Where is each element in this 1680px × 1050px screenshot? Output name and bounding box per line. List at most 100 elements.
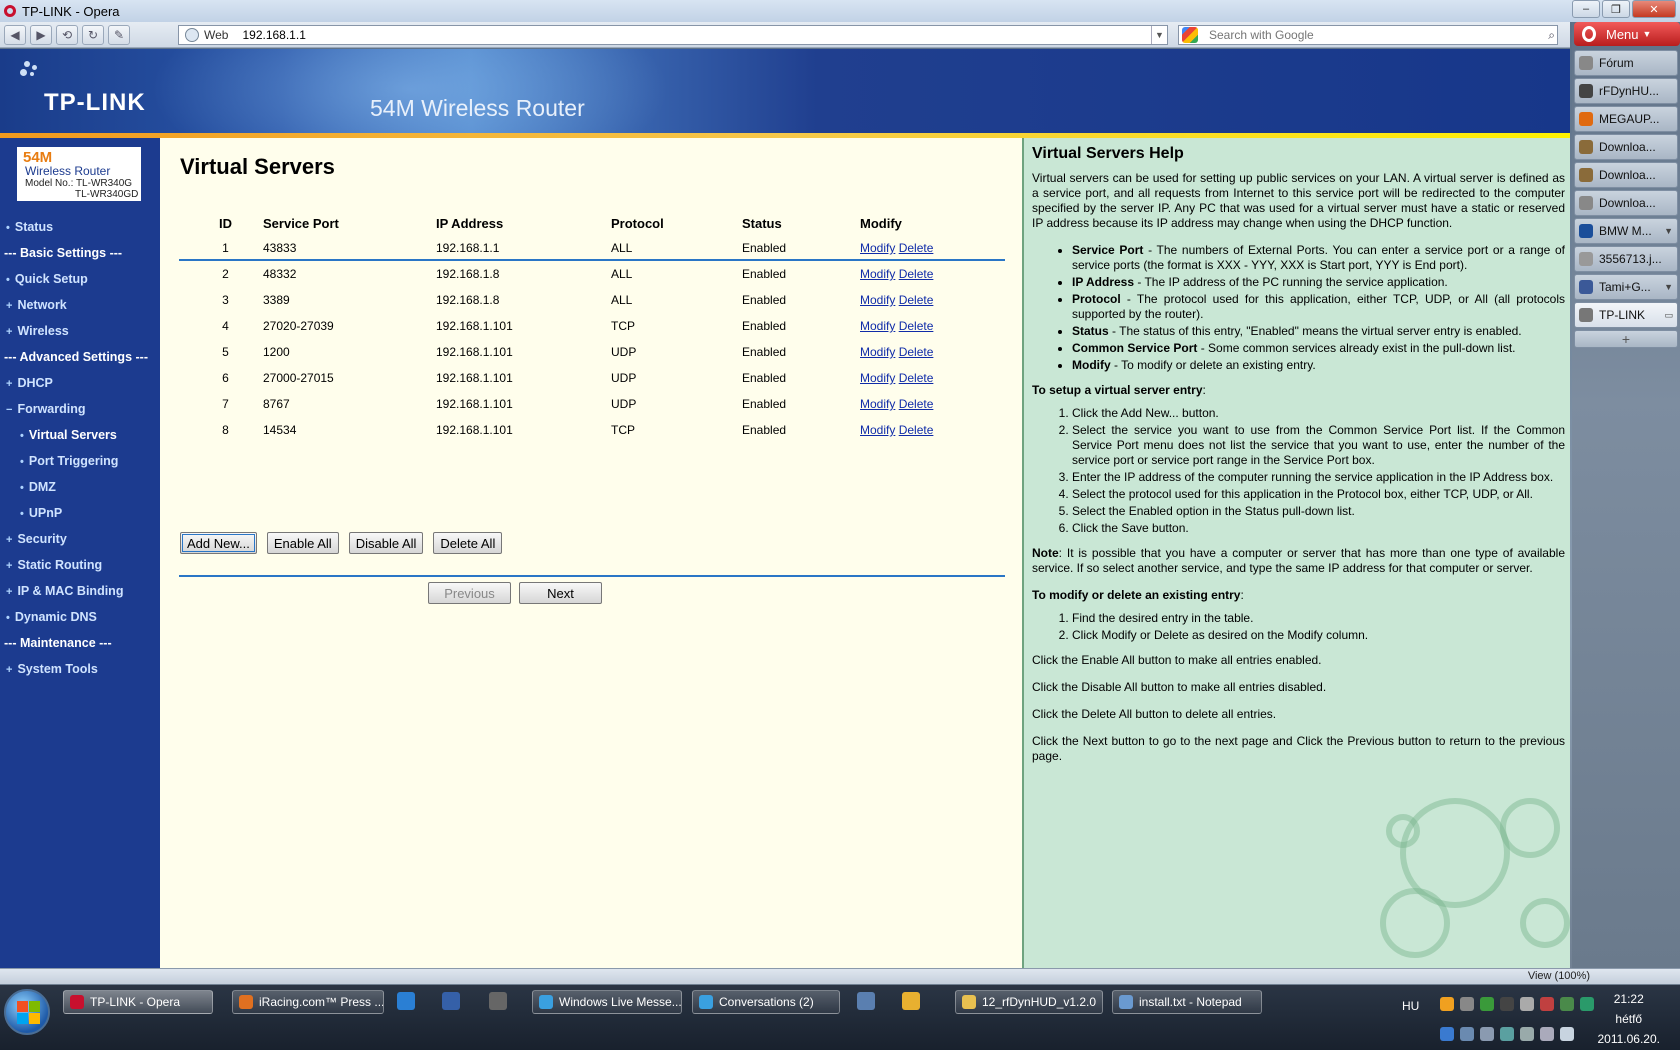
modify-link[interactable]: Modify bbox=[860, 397, 895, 411]
save-disk-icon[interactable] bbox=[442, 992, 460, 1010]
delete-all-button[interactable]: Delete All bbox=[433, 532, 503, 554]
next-button[interactable]: Next bbox=[519, 582, 602, 604]
modify-link[interactable]: Modify bbox=[860, 345, 895, 359]
address-bar[interactable]: Web 192.168.1.1 ▼ bbox=[178, 25, 1168, 45]
notepad-icon[interactable] bbox=[857, 992, 875, 1010]
opera-tab[interactable]: Downloa... bbox=[1574, 162, 1678, 188]
plus-icon: • bbox=[6, 612, 10, 624]
sidebar-item-ip-mac-binding[interactable]: + IP & MAC Binding bbox=[6, 584, 123, 598]
delete-link[interactable]: Delete bbox=[899, 267, 934, 281]
opera-tab[interactable]: Downloa... bbox=[1574, 190, 1678, 216]
sidebar-item-dynamic-dns[interactable]: • Dynamic DNS bbox=[6, 610, 97, 624]
close-button[interactable]: ✕ bbox=[1632, 0, 1676, 18]
search-box[interactable]: ⌕ bbox=[1178, 25, 1558, 45]
delete-link[interactable]: Delete bbox=[899, 345, 934, 359]
taskbar-item[interactable]: install.txt - Notepad bbox=[1112, 990, 1262, 1014]
opera-tab[interactable]: 3556713.j... bbox=[1574, 246, 1678, 272]
network-icon[interactable] bbox=[1460, 1027, 1474, 1041]
enable-all-button[interactable]: Enable All bbox=[266, 532, 339, 554]
tray-temp-icon[interactable] bbox=[1480, 997, 1494, 1011]
taskbar-item[interactable]: Conversations (2) bbox=[692, 990, 840, 1014]
flag-icon[interactable] bbox=[1560, 1027, 1574, 1041]
taskbar-item[interactable]: iRacing.com™ Press ... bbox=[232, 990, 384, 1014]
app-icon[interactable] bbox=[489, 992, 507, 1010]
sidebar-item-network[interactable]: + Network bbox=[6, 298, 67, 312]
sidebar-item-dhcp[interactable]: + DHCP bbox=[6, 376, 53, 390]
tray-app-icon[interactable] bbox=[1460, 997, 1474, 1011]
modify-link[interactable]: Modify bbox=[860, 241, 895, 255]
language-indicator[interactable]: HU bbox=[1402, 999, 1419, 1013]
tab-menu-icon[interactable]: ▭ bbox=[1664, 310, 1673, 321]
opera-tab[interactable]: BMW M... ▼ bbox=[1574, 218, 1678, 244]
start-button[interactable] bbox=[4, 989, 50, 1035]
previous-button[interactable]: Previous bbox=[428, 582, 511, 604]
sidebar-item-status[interactable]: • Status bbox=[6, 220, 53, 234]
sidebar-item-forwarding[interactable]: − Forwarding bbox=[6, 402, 86, 416]
delete-link[interactable]: Delete bbox=[899, 293, 934, 307]
tray-app-icon[interactable] bbox=[1540, 1027, 1554, 1041]
chevron-down-icon[interactable]: ▼ bbox=[1664, 226, 1673, 236]
tray-app-icon[interactable] bbox=[1580, 997, 1594, 1011]
sidebar-item-static-routing[interactable]: + Static Routing bbox=[6, 558, 102, 572]
sidebar-item-system-tools[interactable]: + System Tools bbox=[6, 662, 98, 676]
tray-app-icon[interactable] bbox=[1540, 997, 1554, 1011]
rewind-button[interactable]: ⟲ bbox=[56, 24, 78, 45]
tray-app-icon[interactable] bbox=[1520, 1027, 1534, 1041]
tray-app-icon[interactable] bbox=[1500, 1027, 1514, 1041]
modify-link[interactable]: Modify bbox=[860, 371, 895, 385]
back-button[interactable]: ◀ bbox=[4, 24, 26, 45]
delete-link[interactable]: Delete bbox=[899, 423, 934, 437]
opera-tab[interactable]: Tami+G... ▼ bbox=[1574, 274, 1678, 300]
sidebar-item-dmz[interactable]: • DMZ bbox=[20, 480, 56, 494]
tray-app-icon[interactable] bbox=[1520, 997, 1534, 1011]
sidebar-item-wireless[interactable]: + Wireless bbox=[6, 324, 69, 338]
sidebar-item-quick-setup[interactable]: • Quick Setup bbox=[6, 272, 88, 286]
delete-link[interactable]: Delete bbox=[899, 371, 934, 385]
chevron-down-icon[interactable]: ▼ bbox=[1664, 282, 1673, 292]
opera-tab[interactable]: TP-LINK ▭ bbox=[1574, 302, 1678, 328]
tray-app-icon[interactable] bbox=[1500, 997, 1514, 1011]
new-tab-button[interactable]: + bbox=[1574, 330, 1678, 348]
disable-all-button[interactable]: Disable All bbox=[348, 532, 424, 554]
delete-link[interactable]: Delete bbox=[899, 319, 934, 333]
minimize-button[interactable]: – bbox=[1572, 0, 1600, 18]
google-icon[interactable] bbox=[1182, 27, 1198, 43]
system-clock[interactable]: 21:22 hétfő 2011.06.20. bbox=[1597, 989, 1660, 1049]
sidebar-item-port-triggering[interactable]: • Port Triggering bbox=[20, 454, 118, 468]
tray-app-icon[interactable] bbox=[1560, 997, 1574, 1011]
opera-tab[interactable]: MEGAUP... bbox=[1574, 106, 1678, 132]
restore-button[interactable]: ❐ bbox=[1602, 0, 1630, 18]
modify-link[interactable]: Modify bbox=[860, 267, 895, 281]
opera-tab[interactable]: Fórum bbox=[1574, 50, 1678, 76]
zoom-level[interactable]: View (100%) bbox=[1528, 970, 1590, 982]
volume-icon[interactable] bbox=[1480, 1027, 1494, 1041]
modify-link[interactable]: Modify bbox=[860, 423, 895, 437]
add-new-button[interactable]: Add New... bbox=[180, 532, 257, 554]
opera-menu-button[interactable]: Menu ▼ bbox=[1574, 22, 1680, 46]
sidebar-item-security[interactable]: + Security bbox=[6, 532, 67, 546]
browser-toolbar: ◀ ▶ ⟲ ↻ ✎ Web 192.168.1.1 ▼ ⌕ bbox=[0, 22, 1570, 48]
delete-link[interactable]: Delete bbox=[899, 397, 934, 411]
sidebar-item-upnp[interactable]: • UPnP bbox=[20, 506, 62, 520]
address-dropdown-icon[interactable]: ▼ bbox=[1151, 26, 1167, 44]
forward-button[interactable]: ▶ bbox=[30, 24, 52, 45]
modify-link[interactable]: Modify bbox=[860, 293, 895, 307]
delete-link[interactable]: Delete bbox=[899, 241, 934, 255]
sidebar-item-virtual-servers[interactable]: • Virtual Servers bbox=[20, 428, 117, 442]
modify-link[interactable]: Modify bbox=[860, 319, 895, 333]
search-icon[interactable]: ⌕ bbox=[1548, 28, 1555, 43]
internet-explorer-icon[interactable] bbox=[397, 992, 415, 1010]
tray-app-icon[interactable] bbox=[1440, 1027, 1454, 1041]
search-input[interactable] bbox=[1209, 28, 1529, 42]
taskbar-item[interactable]: Windows Live Messe... bbox=[532, 990, 682, 1014]
edit-site-prefs-button[interactable]: ✎ bbox=[108, 24, 130, 45]
tray-app-icon[interactable] bbox=[1440, 997, 1454, 1011]
outlook-icon[interactable] bbox=[902, 992, 920, 1010]
taskbar-item[interactable]: TP-LINK - Opera bbox=[63, 990, 213, 1014]
taskbar-item[interactable]: 12_rfDynHUD_v1.2.0 bbox=[955, 990, 1103, 1014]
opera-tab[interactable]: Downloa... bbox=[1574, 134, 1678, 160]
opera-tab[interactable]: rFDynHU... bbox=[1574, 78, 1678, 104]
reload-button[interactable]: ↻ bbox=[82, 24, 104, 45]
taskbar-item-label: Windows Live Messe... bbox=[559, 995, 682, 1009]
url-text[interactable]: 192.168.1.1 bbox=[242, 28, 305, 42]
